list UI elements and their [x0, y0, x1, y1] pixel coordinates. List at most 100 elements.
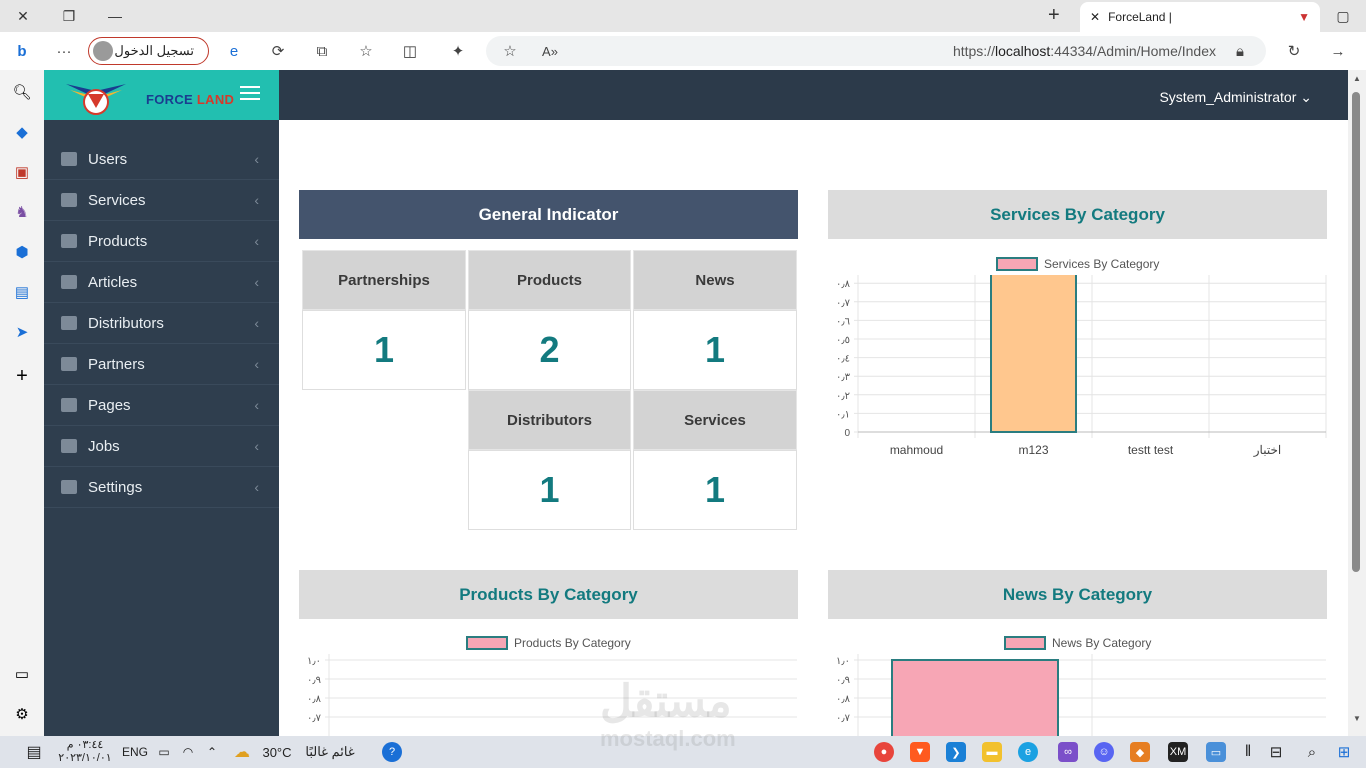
show-hidden-icons-icon[interactable]: ⌃	[204, 742, 220, 762]
tab-actions-icon[interactable]: ▢	[1320, 0, 1366, 32]
wifi-icon[interactable]: ◠	[180, 742, 196, 762]
sidebar-item-pages[interactable]: Pages ‹	[44, 385, 279, 426]
menu-toggle-icon[interactable]	[240, 86, 260, 100]
legend-label: Products By Category	[514, 636, 631, 650]
sidebar-item-distributors[interactable]: Distributors ‹	[44, 303, 279, 344]
sidebar-item-products[interactable]: Products ‹	[44, 221, 279, 262]
sidebar-item-articles[interactable]: Articles ‹	[44, 262, 279, 303]
stat-label-news: News	[633, 250, 797, 310]
tab-forceland[interactable]: ✕ ForceLand | ▼	[1080, 2, 1320, 32]
language-indicator[interactable]: ENG	[120, 742, 150, 762]
vscode-icon[interactable]: ❯	[946, 742, 966, 762]
visual-studio-icon[interactable]: ∞	[1058, 742, 1078, 762]
add-favorite-icon[interactable]: ☆	[498, 39, 522, 63]
chart-legend[interactable]: Services By Category	[996, 257, 1159, 271]
stat-value-products: 2	[468, 310, 631, 390]
y-tick-label: ٠٫٨	[836, 694, 851, 705]
widgets-icon[interactable]: ⊟	[1266, 742, 1286, 762]
lock-icon[interactable]: 🔒︎	[1228, 39, 1252, 63]
site-favicon-icon: ▼	[1298, 10, 1310, 24]
read-aloud-icon[interactable]: A»	[538, 39, 562, 63]
refresh-icon[interactable]: ↻	[1282, 39, 1306, 63]
stat-value-distributors: 1	[468, 450, 631, 530]
sidebar-item-services[interactable]: Services ‹	[44, 180, 279, 221]
y-tick-label: ٠٫٩	[307, 675, 321, 686]
chart-legend[interactable]: Products By Category	[466, 636, 631, 650]
chevron-left-icon: ‹	[254, 274, 259, 290]
extensions-icon[interactable]: ✦	[446, 39, 470, 63]
file-explorer-icon[interactable]: ▬	[982, 742, 1002, 762]
user-menu[interactable]: System_Administrator ⌄	[1159, 89, 1312, 106]
bing-copilot-icon[interactable]: b	[10, 39, 34, 63]
taskbar-search-icon[interactable]: ⌕	[1302, 742, 1322, 762]
sidebar-item-partners[interactable]: Partners ‹	[44, 344, 279, 385]
collections-icon[interactable]: ⧉	[310, 39, 334, 63]
weather-temp[interactable]: 30°C	[260, 742, 294, 762]
restore-window-icon[interactable]: ❐	[46, 0, 92, 32]
close-window-icon[interactable]: ✕	[0, 0, 46, 32]
chart-legend[interactable]: News By Category	[1004, 636, 1151, 650]
remote-desktop-icon[interactable]: ▭	[1206, 742, 1226, 762]
sidebar-item-users[interactable]: Users ‹	[44, 139, 279, 180]
weather-condition[interactable]: غائم غالبًا	[300, 742, 360, 762]
split-screen-icon[interactable]: ◫	[398, 39, 422, 63]
sidebar-item-jobs[interactable]: Jobs ‹	[44, 426, 279, 467]
address-bar[interactable]: ☆ A» https://localhost:44334/Admin/Home/…	[486, 36, 1266, 66]
scroll-thumb[interactable]	[1352, 92, 1360, 572]
clock[interactable]: ٠٣:٤٤ م ٢٠٢٣/١٠/٠١	[58, 739, 112, 765]
discord-icon[interactable]: ☺	[1094, 742, 1114, 762]
minimize-window-icon[interactable]: —	[92, 0, 138, 32]
new-tab-icon[interactable]: +	[1048, 4, 1060, 27]
sidebar-toggle-icon[interactable]: ▭	[10, 662, 34, 686]
services-icon	[61, 193, 77, 207]
drop-icon[interactable]: ➤	[10, 320, 34, 344]
extensions-sync-icon[interactable]: ⟳	[266, 39, 290, 63]
shopping-tag-icon[interactable]: ◆	[10, 120, 34, 144]
clock-time: ٠٣:٤٤ م	[66, 739, 104, 751]
stat-label-partnerships: Partnerships	[302, 250, 466, 310]
admin-page: FORCE LAND System_Administrator ⌄ Users ‹…	[44, 70, 1348, 736]
y-tick-label: ١٫٠	[836, 656, 850, 667]
y-tick-label: ٠٫٤	[836, 354, 850, 365]
forward-icon[interactable]: →	[1326, 39, 1350, 63]
settings-gear-icon[interactable]: ⚙	[10, 702, 34, 726]
start-icon[interactable]: ⊞	[1334, 742, 1354, 762]
favorites-icon[interactable]: ☆	[354, 39, 378, 63]
page-scrollbar[interactable]: ▲ ▼	[1348, 70, 1366, 736]
app-cube-icon[interactable]: ◆	[1130, 742, 1150, 762]
ie-mode-icon[interactable]: e	[222, 39, 246, 63]
weather-icon[interactable]: ☁	[230, 742, 254, 762]
games-icon[interactable]: ♞	[10, 200, 34, 224]
admin-sidebar: Users ‹ Services ‹ Products ‹ Articles ‹ Dis…	[44, 120, 279, 736]
notifications-icon[interactable]: ▤	[24, 742, 44, 762]
chevron-left-icon: ‹	[254, 192, 259, 208]
scroll-up-icon[interactable]: ▲	[1353, 74, 1361, 83]
tools-icon[interactable]: ▣	[10, 160, 34, 184]
xm-app-icon[interactable]: XM	[1168, 742, 1188, 762]
more-options-icon[interactable]: ···	[52, 39, 76, 63]
legend-swatch	[996, 257, 1038, 271]
chrome-icon[interactable]: ●	[874, 742, 894, 762]
chevron-left-icon: ‹	[254, 479, 259, 495]
stat-label-distributors: Distributors	[468, 390, 631, 450]
help-icon[interactable]: ?	[382, 742, 402, 762]
sidebar-item-label: Settings	[88, 478, 143, 496]
chevron-left-icon: ‹	[254, 356, 259, 372]
task-view-icon[interactable]: ‖	[1240, 742, 1256, 762]
brave-icon[interactable]: ▼	[910, 742, 930, 762]
services-chart-title: Services By Category	[828, 190, 1327, 239]
legend-label: News By Category	[1052, 636, 1152, 650]
close-tab-icon[interactable]: ✕	[1090, 10, 1100, 24]
microsoft365-icon[interactable]: ⬢	[10, 240, 34, 264]
y-tick-label: ٠٫٧	[836, 298, 851, 309]
edge-taskbar-icon[interactable]: e	[1018, 742, 1038, 762]
chevron-left-icon: ‹	[254, 315, 259, 331]
sidebar-item-settings[interactable]: Settings ‹	[44, 467, 279, 508]
scroll-down-icon[interactable]: ▼	[1353, 714, 1361, 723]
tab-title: ForceLand |	[1108, 10, 1172, 24]
signin-button[interactable]: تسجيل الدخول	[88, 37, 209, 65]
battery-icon[interactable]: ▭	[156, 742, 172, 762]
add-sidebar-app-icon[interactable]: +	[10, 364, 34, 388]
outlook-icon[interactable]: ▤	[10, 280, 34, 304]
search-icon[interactable]: 🔍︎	[10, 80, 34, 104]
